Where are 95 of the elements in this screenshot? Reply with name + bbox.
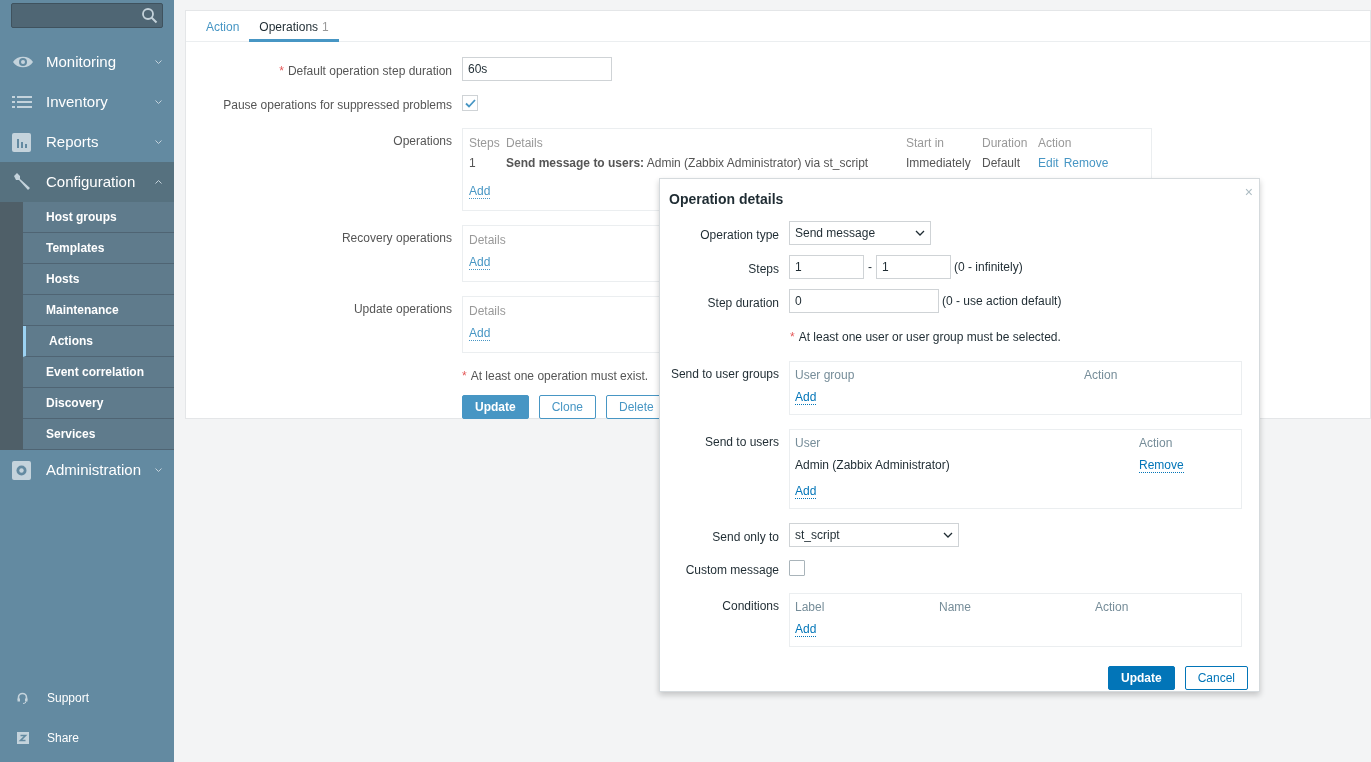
menu-item[interactable]: Monitoring <box>0 42 174 82</box>
column-header: Steps <box>469 135 501 150</box>
list-icon <box>12 96 32 108</box>
chevron-down-icon <box>155 140 162 144</box>
column-header: Action <box>1139 435 1174 450</box>
column-header: Details <box>469 232 506 247</box>
caret-icon <box>915 230 925 236</box>
chevron-down-icon <box>155 468 162 472</box>
table-cell-text: Immediately <box>906 155 972 170</box>
table-cell-text: Default <box>982 155 1022 170</box>
menu-item[interactable]: Administration <box>0 450 174 490</box>
column-header: Details <box>506 135 544 150</box>
field-label: Send only to <box>712 530 779 544</box>
add-link[interactable]: Add <box>469 326 491 341</box>
menu-item[interactable]: Reports <box>0 122 174 162</box>
validation-note: At least one user or user group must be selected. <box>798 330 1061 344</box>
submenu-item[interactable]: Actions <box>23 326 174 357</box>
action-link[interactable]: Edit <box>1038 154 1059 170</box>
text-field[interactable]: 60s <box>462 57 612 81</box>
text-field[interactable]: 0 <box>789 289 939 313</box>
column-header: Name <box>939 599 972 614</box>
share-icon <box>17 732 29 744</box>
select-field[interactable]: Send message <box>789 221 931 245</box>
field-label: Send to user groups <box>670 367 779 381</box>
required-marker: * <box>790 330 795 344</box>
chevron-down-icon <box>155 100 162 104</box>
gear-icon <box>12 460 31 480</box>
separator-text: - <box>867 259 873 276</box>
field-label: Update operations <box>353 302 452 316</box>
headset-icon <box>17 692 28 704</box>
footer-link[interactable]: Support <box>0 678 174 718</box>
column-header: Action <box>1095 599 1130 614</box>
checkbox[interactable] <box>789 560 805 576</box>
menu-item[interactable]: Configuration <box>0 162 174 202</box>
select-field[interactable]: st_script <box>789 523 959 547</box>
submenu-item[interactable]: Templates <box>23 233 174 264</box>
text-field[interactable]: 1 <box>876 255 951 279</box>
checkbox[interactable] <box>462 95 478 111</box>
table-cell-text: Send message to users: Admin (Zabbix Administrator) via st_script <box>506 155 870 170</box>
column-header: Duration <box>982 135 1029 150</box>
field-label: Recovery operations <box>341 231 452 245</box>
column-header: Start in <box>906 135 945 150</box>
submenu-item[interactable]: Services <box>23 419 174 450</box>
submenu-item[interactable]: Hosts <box>23 264 174 295</box>
add-link[interactable]: Add <box>469 184 491 199</box>
menu-item[interactable]: Inventory <box>0 82 174 122</box>
chevron-up-icon <box>155 180 162 184</box>
search-icon <box>141 7 158 24</box>
hint-text: (0 - infinitely) <box>954 259 1023 276</box>
required-marker: * <box>462 369 467 383</box>
dialog-button[interactable]: Cancel <box>1184 666 1248 690</box>
tab[interactable]: Action <box>196 11 250 42</box>
submenu-item[interactable]: Discovery <box>23 388 174 419</box>
tab[interactable]: Operations 1 <box>249 11 339 42</box>
column-header: Action <box>1038 135 1073 150</box>
action-link[interactable]: Remove <box>1063 154 1109 170</box>
field-label: Operation type <box>700 228 779 242</box>
field-label: Pause operations for suppressed problems <box>223 98 452 112</box>
add-link[interactable]: Add <box>795 622 817 637</box>
column-header: Details <box>469 303 506 318</box>
dialog-title: Operation details <box>669 190 784 209</box>
field-label: Default operation step duration <box>287 64 452 78</box>
wrench-icon <box>12 172 32 192</box>
hint-text: (0 - use action default) <box>942 293 1062 310</box>
field-label: Send to users <box>704 435 779 449</box>
bar-chart-icon <box>12 132 31 152</box>
field-label: Step duration <box>707 296 779 310</box>
eye-icon <box>12 55 34 69</box>
field-label: Conditions <box>722 599 779 613</box>
field-label: Custom message <box>685 563 779 577</box>
remove-link[interactable]: Remove <box>1139 458 1184 473</box>
column-header: Action <box>1084 367 1119 382</box>
text-field[interactable]: 1 <box>789 255 864 279</box>
field-label: Steps <box>748 262 779 276</box>
search-field[interactable] <box>11 3 163 28</box>
add-link[interactable]: Add <box>469 255 491 270</box>
column-header: User <box>795 435 822 450</box>
column-header: User group <box>795 367 856 382</box>
submenu-item[interactable]: Host groups <box>23 202 174 233</box>
table-cell-text: 1 <box>469 155 477 170</box>
validation-note: At least one operation must exist. <box>470 369 649 383</box>
footer-link[interactable]: Share <box>0 718 174 758</box>
chevron-down-icon <box>155 60 162 64</box>
submenu-item[interactable]: Maintenance <box>23 295 174 326</box>
add-link[interactable]: Add <box>795 484 817 499</box>
required-marker: * <box>279 64 284 78</box>
column-header: Label <box>795 599 826 614</box>
form-button[interactable]: Clone <box>538 395 597 419</box>
form-button[interactable]: Update <box>462 395 529 419</box>
add-link[interactable]: Add <box>795 390 817 405</box>
table-cell-text: Admin (Zabbix Administrator) <box>795 457 951 474</box>
dialog-button[interactable]: Update <box>1107 666 1175 690</box>
caret-icon <box>943 532 953 538</box>
field-label: Operations <box>393 134 452 148</box>
submenu-item[interactable]: Event correlation <box>23 357 174 388</box>
